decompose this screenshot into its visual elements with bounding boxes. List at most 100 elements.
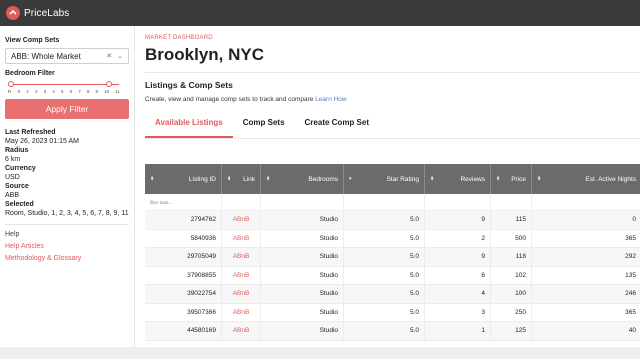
section-desc-text: Create, view and manage comp sets to tra… (145, 96, 314, 103)
last-refreshed-label: Last Refreshed (5, 129, 56, 136)
comp-set-select[interactable]: ABB: Whole Market ✕ ⌄ (5, 48, 129, 64)
tab-create-comp-set[interactable]: Create Comp Set (295, 118, 379, 138)
reviews-cell: 9 (425, 211, 491, 229)
title-divider (145, 72, 640, 73)
sort-icon[interactable]: ⬍ (227, 176, 231, 182)
star-rating-cell: 5.0 (344, 266, 425, 284)
active-nights-cell: 365 (532, 304, 640, 322)
filter-cell (491, 194, 532, 210)
bedroom-tick: 2 (35, 89, 38, 94)
selected-value: Room, Studio, 1, 2, 3, 4, 5, 6, 7, 8, 9,… (5, 210, 129, 217)
section-title: Listings & Comp Sets (145, 80, 233, 90)
table-row[interactable]: 39507366 ABnB Studio 5.0 3 250 365 (145, 303, 640, 322)
bedroom-tick: 3 (43, 89, 47, 94)
bedroom-tick: 10 (104, 89, 110, 94)
star-rating-cell: 5.0 (344, 303, 425, 321)
column-header-link[interactable]: ⬍ Link (222, 164, 261, 194)
slider-handle-min[interactable] (8, 81, 14, 87)
sort-icon[interactable]: ⬍ (537, 176, 541, 182)
comp-set-value: ABB: Whole Market (11, 51, 81, 61)
currency-label: Currency (5, 165, 36, 172)
table-row[interactable]: 29705049 ABnB Studio 5.0 9 118 292 (145, 248, 640, 267)
learn-how-link[interactable]: Learn How (315, 96, 346, 103)
price-cell: 500 (491, 229, 532, 247)
tabs-divider (145, 138, 640, 139)
star-rating-cell: 5.0 (344, 211, 425, 229)
sort-icon[interactable]: ⬍ (150, 176, 154, 182)
listings-table: ⬍ Listing ID ⬍ Link ⬍ Bedrooms ▾ Star Rating… (145, 164, 640, 341)
logo-text[interactable]: PriceLabs (24, 8, 69, 19)
top-bar: PriceLabs (0, 0, 640, 26)
table-row[interactable]: 39022754 ABnB Studio 5.0 4 100 246 (145, 285, 640, 304)
column-header-active-nights[interactable]: ⬍ Est. Active Nights (532, 164, 640, 194)
bedroom-tick: 9 (95, 89, 98, 94)
reviews-cell: 9 (425, 248, 491, 266)
listing-id-cell: 37908855 (145, 266, 222, 284)
sort-desc-icon[interactable]: ▾ (349, 176, 352, 182)
table-header: ⬍ Listing ID ⬍ Link ⬍ Bedrooms ▾ Star Rating… (145, 164, 640, 194)
bedrooms-cell: Studio (261, 303, 344, 321)
listing-link[interactable]: ABnB (222, 229, 261, 247)
tab-available-listings[interactable]: Available Listings (145, 118, 233, 138)
bedroom-tick: 6 (69, 89, 73, 94)
tabs: Available Listings Comp Sets Create Comp… (145, 118, 640, 138)
source-value: ABB (5, 192, 20, 199)
bedroom-tick: 11 (115, 89, 120, 94)
column-header-listing-id[interactable]: ⬍ Listing ID (145, 164, 222, 194)
reviews-cell: 2 (425, 229, 491, 247)
help-label: Help (5, 231, 20, 238)
listing-link[interactable]: ABnB (222, 248, 261, 266)
filter-cell (222, 194, 261, 210)
column-header-reviews[interactable]: ⬍ Reviews (425, 164, 491, 194)
comp-sets-label: View Comp Sets (5, 37, 60, 44)
bedroom-tick: 7 (78, 89, 81, 94)
listing-link[interactable]: ABnB (222, 322, 261, 340)
table-row[interactable]: 5840936 ABnB Studio 5.0 2 500 365 (145, 229, 640, 248)
bedroom-tick: 5 (60, 89, 64, 94)
price-cell: 102 (491, 266, 532, 284)
bedroom-tick: R (8, 89, 12, 94)
listing-id-cell: 5840936 (145, 229, 222, 247)
table-body: 2794762 ABnB Studio 5.0 9 115 0 5840936 ABnB Stud… (145, 211, 640, 341)
listing-link[interactable]: ABnB (222, 266, 261, 284)
selected-label: Selected (5, 201, 34, 208)
help-articles-link[interactable]: Help Articles (5, 241, 129, 253)
filter-cell (261, 194, 344, 210)
listing-link[interactable]: ABnB (222, 303, 261, 321)
price-cell: 250 (491, 303, 532, 321)
table-row[interactable]: 37908855 ABnB Studio 5.0 6 102 135 (145, 266, 640, 285)
sort-icon[interactable]: ⬍ (430, 176, 434, 182)
bedroom-range-slider[interactable] (5, 81, 129, 88)
active-nights-cell: 0 (532, 211, 640, 229)
bottom-strip (0, 347, 640, 359)
slider-handle-max[interactable] (106, 81, 112, 87)
apply-filter-button[interactable]: Apply Filter (5, 99, 129, 119)
bedroom-filter-label: Bedroom Filter (5, 70, 55, 77)
listing-id-cell: 29705049 (145, 248, 222, 266)
sort-icon[interactable]: ⬍ (496, 176, 500, 182)
star-rating-cell: 5.0 (344, 248, 425, 266)
table-row[interactable]: 2794762 ABnB Studio 5.0 9 115 0 (145, 211, 640, 230)
column-header-star-rating[interactable]: ▾ Star Rating (344, 164, 425, 194)
column-header-price[interactable]: ⬍ Price (491, 164, 532, 194)
listing-link[interactable]: ABnB (222, 211, 261, 229)
listing-link[interactable]: ABnB (222, 285, 261, 303)
clear-icon[interactable]: ✕ (106, 52, 112, 60)
bedroom-ticks: R S 1 2 3 4 5 6 7 8 9 10 11 (5, 89, 129, 94)
market-info: Last Refreshed May 26, 2023 01:15 AM Rad… (5, 128, 129, 218)
star-rating-cell: 5.0 (344, 229, 425, 247)
source-label: Source (5, 183, 29, 190)
bedroom-tick: 8 (86, 89, 90, 94)
methodology-link[interactable]: Methodology & Glossary (5, 253, 129, 265)
table-row[interactable]: 44580169 ABnB Studio 5.0 1 125 40 (145, 322, 640, 341)
listing-id-filter-input[interactable]: filter data... (145, 194, 222, 210)
last-refreshed-value: May 26, 2023 01:15 AM (5, 138, 79, 145)
bedrooms-cell: Studio (261, 229, 344, 247)
column-header-bedrooms[interactable]: ⬍ Bedrooms (261, 164, 344, 194)
pricelabs-logo-icon[interactable] (6, 6, 20, 20)
reviews-cell: 3 (425, 303, 491, 321)
listing-id-cell: 39507366 (145, 303, 222, 321)
tab-comp-sets[interactable]: Comp Sets (233, 118, 295, 138)
chevron-down-icon[interactable]: ⌄ (117, 52, 123, 60)
sort-icon[interactable]: ⬍ (266, 176, 270, 182)
